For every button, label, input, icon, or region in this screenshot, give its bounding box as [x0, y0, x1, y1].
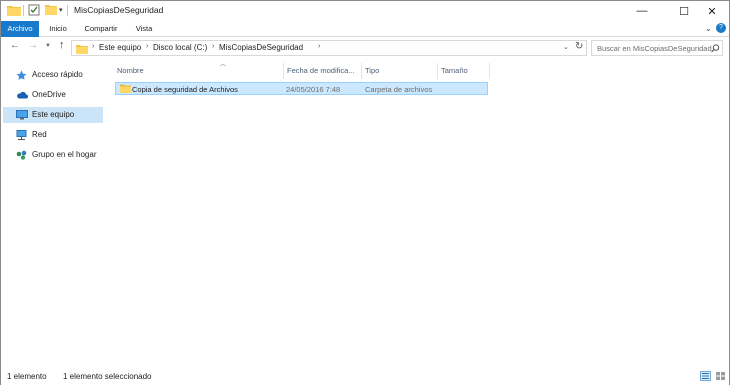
sidebar-item-acceso-rapido[interactable]: Acceso rápido: [3, 67, 103, 83]
title-bar: ▾ MisCopiasDeSeguridad — ☐ ✕: [1, 1, 729, 21]
tab-vista[interactable]: Vista: [130, 21, 158, 37]
customize-toolbar-icon[interactable]: ▾: [59, 6, 63, 14]
refresh-icon[interactable]: ↻: [575, 41, 583, 52]
folder-icon: [76, 44, 88, 56]
address-history-icon[interactable]: ⌄: [563, 43, 569, 51]
new-folder-icon[interactable]: [45, 4, 57, 15]
column-divider[interactable]: [489, 63, 490, 79]
folder-icon[interactable]: [7, 4, 21, 16]
breadcrumb-miscopias[interactable]: MisCopiasDeSeguridad: [219, 43, 303, 52]
file-type: Carpeta de archivos: [365, 85, 433, 94]
breadcrumb-separator[interactable]: ›: [146, 43, 148, 50]
search-placeholder: Buscar en MisCopiasDeSeguridad: [597, 44, 712, 53]
file-name: Copia de seguridad de Archivos: [132, 85, 238, 94]
navigation-pane: Acceso rápido OneDrive Este equipo Red G…: [1, 61, 105, 367]
sidebar-item-red[interactable]: Red: [3, 127, 103, 143]
tab-inicio[interactable]: Inicio: [43, 21, 73, 37]
divider: [23, 5, 24, 16]
column-header-tipo[interactable]: Tipo: [361, 63, 437, 79]
column-header-tamano[interactable]: Tamaño: [437, 63, 489, 79]
tab-archivo[interactable]: Archivo: [1, 21, 39, 37]
sidebar-item-label: Acceso rápido: [32, 70, 83, 79]
sidebar-item-label: Este equipo: [32, 110, 75, 119]
properties-icon[interactable]: [28, 4, 40, 16]
breadcrumb-este-equipo[interactable]: Este equipo: [99, 43, 141, 52]
column-header-fecha[interactable]: Fecha de modifica...: [283, 63, 361, 79]
breadcrumb-separator[interactable]: ›: [92, 43, 94, 50]
cloud-icon: [16, 90, 28, 100]
window-title: MisCopiasDeSeguridad: [74, 5, 164, 15]
file-date: 24/05/2016 7:48: [286, 85, 341, 94]
breadcrumb-separator[interactable]: ›: [318, 43, 320, 50]
file-list: ︿ Nombre Fecha de modifica... Tipo Tamañ…: [105, 59, 729, 367]
sidebar-item-label: OneDrive: [32, 90, 66, 99]
help-icon[interactable]: ?: [716, 23, 726, 33]
sidebar-item-label: Grupo en el hogar: [32, 150, 97, 159]
breadcrumb-disco-local[interactable]: Disco local (C:): [153, 43, 207, 52]
search-input[interactable]: Buscar en MisCopiasDeSeguridad: [591, 40, 723, 56]
star-icon: [16, 70, 28, 80]
divider: [67, 5, 68, 16]
tab-compartir[interactable]: Compartir: [80, 21, 122, 37]
close-button[interactable]: ✕: [695, 1, 729, 21]
forward-arrow-icon[interactable]: →: [28, 40, 38, 51]
back-arrow-icon[interactable]: ←: [10, 40, 20, 51]
homegroup-icon: [16, 150, 28, 160]
details-view-icon[interactable]: [700, 371, 711, 381]
computer-icon: [16, 110, 28, 120]
column-header-nombre[interactable]: Nombre: [113, 63, 283, 79]
folder-icon: [120, 84, 131, 95]
ribbon-tabs: Archivo Inicio Compartir Vista ⌄ ?: [1, 21, 729, 37]
sidebar-item-este-equipo[interactable]: Este equipo: [3, 107, 103, 123]
breadcrumb-separator[interactable]: ›: [212, 43, 214, 50]
sidebar-item-label: Red: [32, 130, 47, 139]
search-icon[interactable]: [711, 44, 720, 55]
large-icons-view-icon[interactable]: [715, 371, 726, 381]
up-arrow-icon[interactable]: ↑: [59, 39, 65, 51]
sidebar-item-grupo-hogar[interactable]: Grupo en el hogar: [3, 147, 103, 163]
minimize-button[interactable]: —: [625, 1, 659, 21]
expand-ribbon-icon[interactable]: ⌄: [705, 24, 712, 33]
file-row[interactable]: Copia de seguridad de Archivos 24/05/201…: [115, 82, 488, 95]
item-count: 1 elemento: [7, 372, 47, 381]
recent-locations-icon[interactable]: ▼: [45, 43, 51, 49]
file-explorer-window: ▾ MisCopiasDeSeguridad — ☐ ✕ Archivo Ini…: [0, 0, 730, 385]
selection-count: 1 elemento seleccionado: [63, 372, 152, 381]
network-icon: [16, 130, 28, 140]
sidebar-item-onedrive[interactable]: OneDrive: [3, 87, 103, 103]
status-bar: 1 elemento 1 elemento seleccionado: [1, 367, 729, 385]
address-bar[interactable]: › Este equipo › Disco local (C:) › MisCo…: [71, 40, 587, 56]
navigation-bar: ← → ▼ ↑ › Este equipo › Disco local (C:)…: [1, 38, 729, 58]
